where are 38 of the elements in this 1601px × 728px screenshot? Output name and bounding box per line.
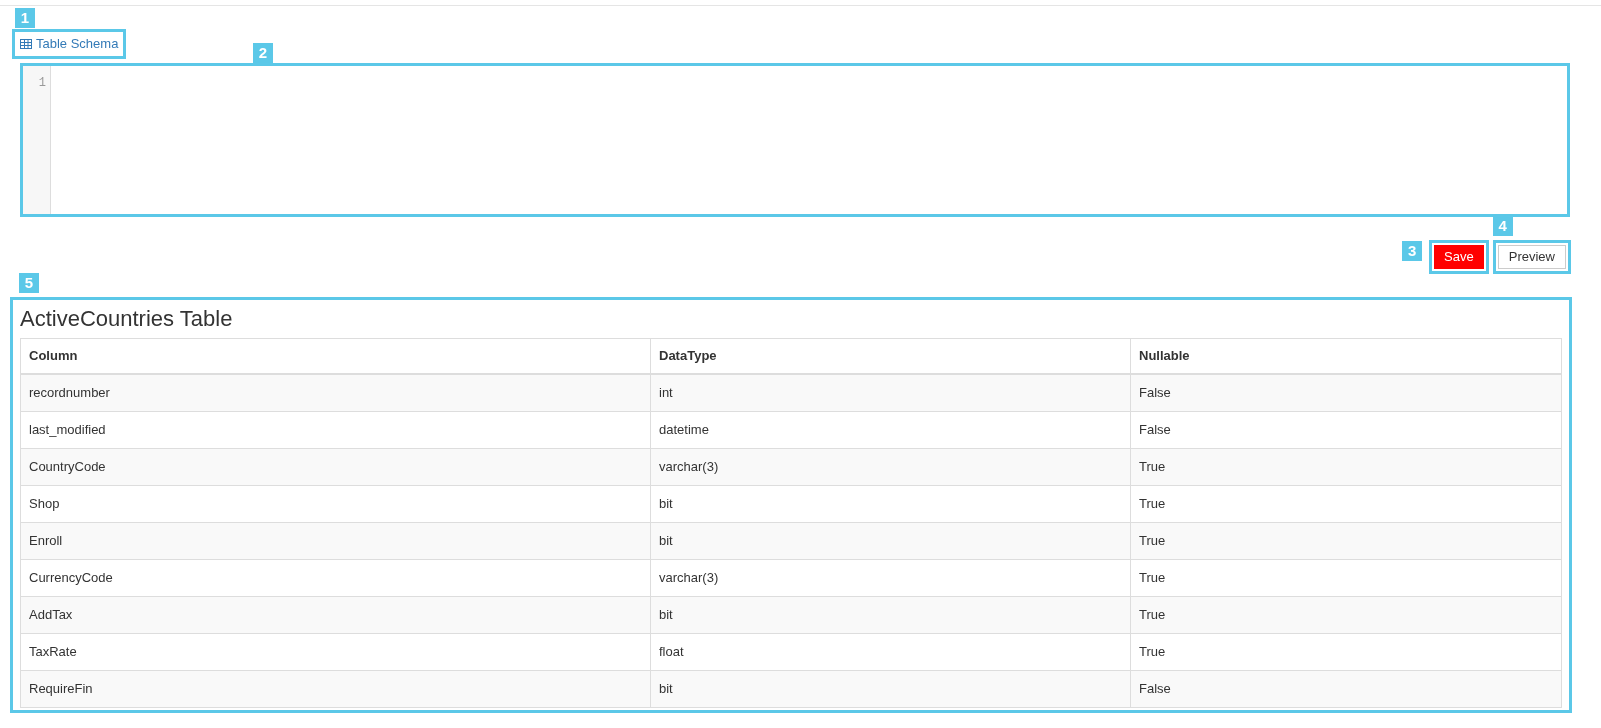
annotation-number: 4: [1492, 215, 1513, 236]
table-title: ActiveCountries Table: [20, 304, 234, 333]
annotation-number: 2: [253, 42, 273, 63]
table-cell: last_modified: [20, 411, 651, 448]
table-cell: Shop: [20, 485, 651, 522]
table-cell: varchar(3): [650, 559, 1131, 596]
table-cell: CurrencyCode: [20, 559, 651, 596]
table-cell: AddTax: [20, 596, 651, 633]
table-cell: True: [1130, 448, 1562, 485]
annotation-number: 3: [1402, 240, 1423, 261]
preview-button[interactable]: Preview: [1497, 244, 1566, 269]
table-cell: bit: [650, 522, 1131, 559]
table-cell: False: [1130, 411, 1562, 448]
table-cell: varchar(3): [650, 448, 1131, 485]
table-cell: bit: [650, 485, 1131, 522]
table-cell: bit: [650, 670, 1131, 707]
table-cell: True: [1130, 633, 1562, 670]
table-cell: RequireFin: [20, 670, 651, 707]
table-cell: recordnumber: [20, 374, 651, 411]
table-cell: bit: [650, 596, 1131, 633]
table-cell: int: [650, 374, 1131, 411]
table-cell: datetime: [650, 411, 1131, 448]
annotation-number: 5: [19, 272, 39, 293]
table-schema-link[interactable]: Table Schema: [20, 34, 119, 54]
annotation-number: 1: [15, 8, 35, 28]
table-cell: False: [1130, 670, 1562, 707]
table-cell: True: [1130, 485, 1562, 522]
table-cell: True: [1130, 596, 1562, 633]
table-cell: Enroll: [20, 522, 651, 559]
save-button[interactable]: Save: [1434, 244, 1484, 269]
table-cell: False: [1130, 374, 1562, 411]
table-cell: True: [1130, 522, 1562, 559]
table-cell: float: [650, 633, 1131, 670]
table-cell: TaxRate: [20, 633, 651, 670]
table-icon: [20, 38, 32, 49]
table-cell: True: [1130, 559, 1562, 596]
line-number: 1: [38, 74, 46, 92]
table-cell: CountryCode: [20, 448, 651, 485]
